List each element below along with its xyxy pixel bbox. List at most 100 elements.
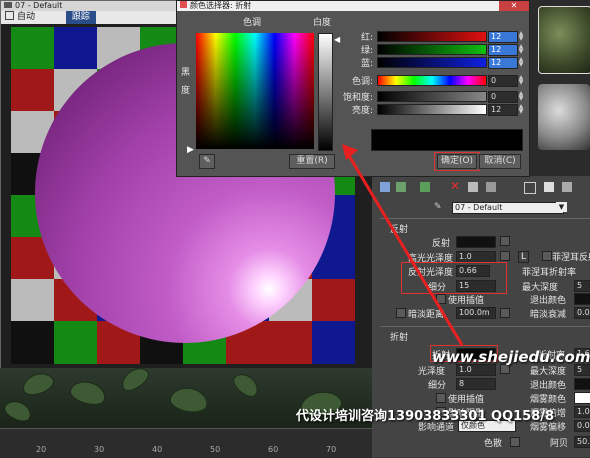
material-id-icon[interactable] xyxy=(524,182,536,194)
timeline-tick-label: 40 xyxy=(152,445,163,454)
channel-slider[interactable] xyxy=(377,57,487,68)
reflect-color-swatch[interactable] xyxy=(456,236,496,248)
lock-button[interactable]: L xyxy=(518,251,530,263)
hue-header: 色调 xyxy=(243,18,262,28)
channel-value-field[interactable]: 12 xyxy=(488,104,518,116)
timeline-tick-label: 50 xyxy=(210,445,221,454)
channel-slider[interactable] xyxy=(377,31,487,42)
channel-value-field[interactable]: 0 xyxy=(488,75,518,87)
channel-label: 色调: xyxy=(351,77,373,87)
color-selector-dialog[interactable]: 颜色选择器: 折射 ✕ 色调 白度 黑 度 ▶ ◀ 红: 12 ▲ ▼ 绿: 12 ▲ ▼ 蓝:… xyxy=(176,0,530,177)
use-interp-label: 使用插值 xyxy=(448,296,485,306)
channel-slider[interactable] xyxy=(377,44,487,55)
exit-color-label: 退出颜色 xyxy=(530,296,567,306)
spinner-icon[interactable]: ▲ ▼ xyxy=(518,31,524,42)
dim-distance-label: 暗淡距离 xyxy=(408,310,445,320)
abbe-label: 阿贝 xyxy=(550,439,569,449)
whiteness-header: 白度 xyxy=(313,18,332,28)
spinner-icon[interactable]: ▲ ▼ xyxy=(518,44,524,55)
fog-color-swatch[interactable] xyxy=(574,392,590,404)
max-depth-field[interactable]: 5 xyxy=(574,280,590,292)
put-material-icon[interactable] xyxy=(396,182,406,192)
dispersion-checkbox[interactable] xyxy=(510,437,520,447)
blackness-pointer-icon[interactable]: ▶ xyxy=(187,145,194,155)
unique-icon[interactable] xyxy=(486,182,496,192)
refract-subdivs-label: 细分 xyxy=(428,381,447,391)
checker-cell xyxy=(11,321,54,364)
checker-cell xyxy=(54,321,97,364)
eyedropper-icon[interactable]: ✎ xyxy=(434,202,442,212)
hilight-map-button[interactable] xyxy=(500,251,510,261)
highlight-box xyxy=(401,262,507,294)
timeline-tick-label: 30 xyxy=(94,445,105,454)
dispersion-label: 色散 xyxy=(484,439,503,449)
fresnel-ior-label: 菲涅耳折射率 xyxy=(522,268,577,278)
show-end-icon[interactable] xyxy=(562,182,572,192)
channel-label: 饱和度: xyxy=(342,93,373,103)
dialog-icon xyxy=(180,1,187,8)
auto-checkbox[interactable] xyxy=(5,11,14,20)
dim-map-button[interactable] xyxy=(500,308,510,318)
abbe-field[interactable]: 50.0 xyxy=(574,436,590,448)
material-dropdown-arrow[interactable]: ▼ xyxy=(556,202,567,212)
refract-subdivs-field[interactable]: 8 xyxy=(456,378,496,390)
spinner-icon[interactable]: ▲ ▼ xyxy=(518,75,524,86)
channel-value-field[interactable]: 12 xyxy=(488,57,518,69)
checker-cell xyxy=(11,69,54,112)
auto-label: 自动 xyxy=(17,12,36,22)
channel-value-field[interactable]: 12 xyxy=(488,44,518,56)
dim-distance-checkbox[interactable] xyxy=(396,308,406,318)
reset-button[interactable]: 重置(R) xyxy=(289,154,335,169)
show-map-icon[interactable] xyxy=(544,182,554,192)
hue-blackness-field[interactable] xyxy=(196,33,314,149)
timeline-tick-label: 60 xyxy=(268,445,279,454)
spinner-icon[interactable]: ▲ ▼ xyxy=(518,91,524,102)
material-slot-2[interactable] xyxy=(538,84,590,150)
timeline[interactable]: 20 30 40 50 60 70 xyxy=(0,428,372,458)
window-icon xyxy=(4,2,12,8)
channel-slider[interactable] xyxy=(377,104,487,115)
reset-map-icon[interactable]: ✕ xyxy=(450,179,460,193)
spinner-icon[interactable]: ▲ ▼ xyxy=(518,104,524,115)
refract-exit-color-swatch[interactable] xyxy=(574,378,590,390)
reflect-label: 反射 xyxy=(432,239,451,249)
highlight-box xyxy=(434,152,480,171)
checker-cell xyxy=(54,27,97,70)
dim-distance-field[interactable]: 100.0m xyxy=(456,307,496,319)
checker-cell xyxy=(11,27,54,70)
exit-color-swatch[interactable] xyxy=(574,293,590,305)
channel-value-field[interactable]: 0 xyxy=(488,91,518,103)
fog-mult-field[interactable]: 1.0 xyxy=(574,406,590,418)
track-button[interactable]: 跟踪 xyxy=(65,11,96,24)
dim-falloff-field[interactable]: 0.0 xyxy=(574,307,590,319)
material-name-field[interactable]: 07 - Default xyxy=(452,202,564,214)
channel-value-field[interactable]: 12 xyxy=(488,31,518,43)
channel-label: 绿: xyxy=(360,46,373,56)
spinner-icon[interactable]: ▲ ▼ xyxy=(518,57,524,68)
refract-use-interp-checkbox[interactable] xyxy=(436,393,446,403)
reflect-map-button[interactable] xyxy=(500,236,510,246)
channel-slider[interactable] xyxy=(377,75,487,86)
degree-label: 度 xyxy=(181,86,191,96)
channel-slider[interactable] xyxy=(377,91,487,102)
color-preview xyxy=(371,129,523,151)
dialog-title: 颜色选择器: 折射 xyxy=(190,1,252,10)
fresnel-checkbox[interactable] xyxy=(542,251,552,261)
use-interp-checkbox[interactable] xyxy=(436,294,446,304)
assign-material-icon[interactable] xyxy=(420,182,430,192)
whiteness-pointer-icon[interactable]: ◀ xyxy=(334,35,340,44)
eyedropper-button[interactable]: ✎ xyxy=(199,154,215,169)
refract-exit-color-label: 退出颜色 xyxy=(530,381,567,391)
checker-cell xyxy=(269,321,312,364)
whiteness-slider[interactable] xyxy=(318,33,333,151)
channel-label: 蓝: xyxy=(360,59,373,69)
reflection-section-title: 反射 xyxy=(390,225,409,235)
watermark-text: 代设计培训咨询13903833301 QQ158/8 xyxy=(296,409,555,424)
cancel-button[interactable]: 取消(C) xyxy=(479,154,521,169)
get-material-icon[interactable] xyxy=(380,182,390,192)
fog-bias-field[interactable]: 0.0 xyxy=(574,420,590,432)
close-icon[interactable]: ✕ xyxy=(499,1,529,11)
panel-toolbar: ✕ xyxy=(376,179,586,195)
copy-material-icon[interactable] xyxy=(468,182,478,192)
material-slot-1[interactable] xyxy=(538,6,590,74)
